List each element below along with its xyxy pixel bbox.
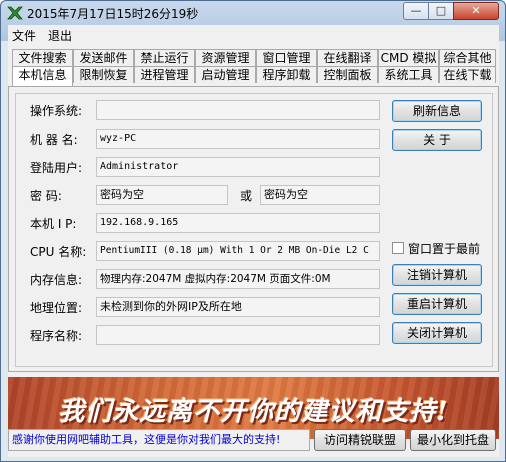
program-label: 程序名称: bbox=[30, 329, 83, 343]
tab-startup-mgmt[interactable]: 启动管理 bbox=[195, 66, 256, 83]
info-group: 操作系统: 机 器 名: wyz-PC 登陆用户: Administrator … bbox=[15, 93, 493, 367]
tab-file-search[interactable]: 文件搜索 bbox=[12, 49, 73, 66]
tab-restrict-restore[interactable]: 限制恢复 bbox=[73, 66, 134, 83]
minimize-to-tray-button[interactable]: 最小化到托盘 bbox=[410, 429, 496, 451]
os-label: 操作系统: bbox=[30, 104, 83, 118]
topmost-checkbox-label[interactable]: 窗口置于最前 bbox=[408, 240, 480, 257]
cpu-label: CPU 名称: bbox=[30, 245, 87, 259]
status-message: 感谢你使用网吧辅助工具，这便是你对我们最大的支持! bbox=[8, 429, 310, 451]
tab-system-tools[interactable]: 系统工具 bbox=[378, 66, 439, 83]
machine-name-label: 机 器 名: bbox=[30, 133, 78, 147]
visit-site-button[interactable]: 访问精锐联盟 bbox=[314, 429, 406, 451]
banner-text: 我们永远离不开你的建议和支持! bbox=[58, 397, 449, 427]
tab-misc[interactable]: 综合其他 bbox=[439, 49, 496, 66]
menu-file[interactable]: 文件 bbox=[12, 27, 36, 44]
memory-label: 内存信息: bbox=[30, 273, 83, 287]
shutdown-button[interactable]: 关闭计算机 bbox=[392, 322, 482, 344]
restart-button[interactable]: 重启计算机 bbox=[392, 293, 482, 315]
refresh-info-button[interactable]: 刷新信息 bbox=[392, 100, 482, 122]
client-area: 文件 退出 文件搜索 发送邮件 禁止运行 资源管理 窗口管理 在线翻译 CMD … bbox=[8, 25, 499, 457]
tab-window-mgmt[interactable]: 窗口管理 bbox=[256, 49, 317, 66]
logoff-button[interactable]: 注销计算机 bbox=[392, 264, 482, 286]
tab-resource-mgmt[interactable]: 资源管理 bbox=[195, 49, 256, 66]
os-field[interactable] bbox=[96, 100, 380, 120]
main-window: 2015年7月17日15时26分19秒 — □ ✕ 文件 退出 文件搜索 发送邮… bbox=[0, 0, 506, 462]
tab-process-mgmt[interactable]: 进程管理 bbox=[134, 66, 195, 83]
tab-control-panel[interactable]: 控制面板 bbox=[317, 66, 378, 83]
tab-block-run[interactable]: 禁止运行 bbox=[134, 49, 195, 66]
menu-exit[interactable]: 退出 bbox=[48, 27, 72, 44]
password-field-2[interactable]: 密码为空 bbox=[260, 185, 380, 205]
app-x-icon bbox=[7, 6, 23, 20]
location-field[interactable]: 未检测到你的外网IP及所在地 bbox=[96, 297, 380, 317]
tab-online-translate[interactable]: 在线翻译 bbox=[317, 49, 378, 66]
tab-uninstall[interactable]: 程序卸载 bbox=[256, 66, 317, 83]
window-title: 2015年7月17日15时26分19秒 bbox=[27, 7, 199, 21]
menu-bar: 文件 退出 bbox=[8, 25, 499, 45]
program-field[interactable] bbox=[96, 325, 380, 345]
tab-local-info[interactable]: 本机信息 bbox=[12, 66, 73, 86]
minimize-button[interactable]: — bbox=[403, 2, 429, 20]
location-label: 地理位置: bbox=[30, 301, 83, 315]
local-info-panel: 操作系统: 机 器 名: wyz-PC 登陆用户: Administrator … bbox=[8, 86, 499, 372]
user-label: 登陆用户: bbox=[30, 161, 83, 175]
password-field[interactable]: 密码为空 bbox=[96, 185, 228, 205]
maximize-button[interactable]: □ bbox=[428, 2, 454, 20]
tab-cmd-simulate[interactable]: CMD 模拟 bbox=[378, 49, 439, 66]
tab-send-mail[interactable]: 发送邮件 bbox=[73, 49, 134, 66]
title-bar[interactable]: 2015年7月17日15时26分19秒 — □ ✕ bbox=[1, 1, 505, 25]
ip-label: 本机 I P: bbox=[30, 217, 77, 231]
ip-field[interactable]: 192.168.9.165 bbox=[96, 213, 380, 233]
or-label: 或 bbox=[240, 189, 253, 203]
close-button[interactable]: ✕ bbox=[453, 2, 499, 20]
cpu-field[interactable]: PentiumIII (0.18 μm) With 1 Or 2 MB On-D… bbox=[96, 241, 380, 261]
tab-online-download[interactable]: 在线下载 bbox=[439, 66, 496, 83]
machine-name-field[interactable]: wyz-PC bbox=[96, 129, 380, 149]
password-label: 密 码: bbox=[30, 189, 62, 203]
memory-field[interactable]: 物理内存:2047M 虚拟内存:2047M 页面文件:0M bbox=[96, 269, 380, 289]
about-button[interactable]: 关 于 bbox=[392, 129, 482, 151]
topmost-checkbox[interactable] bbox=[392, 242, 404, 254]
user-field[interactable]: Administrator bbox=[96, 157, 380, 177]
